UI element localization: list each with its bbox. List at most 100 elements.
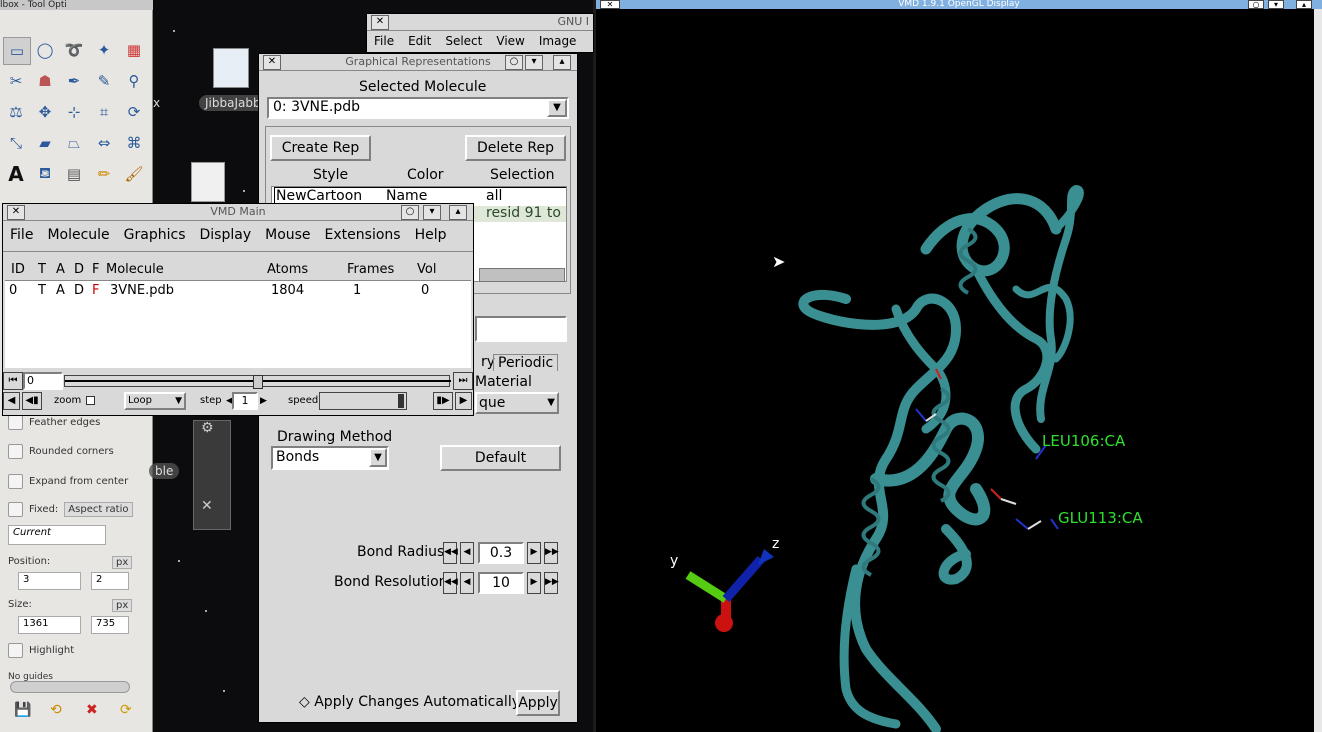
pencil-icon[interactable]: ✏ <box>91 161 117 187</box>
gnu-menu-view[interactable]: View <box>489 34 531 48</box>
apply-auto-radio-icon[interactable]: ◇ <box>299 694 310 710</box>
step-inc-icon[interactable]: ▶ <box>260 392 267 410</box>
display-close-icon[interactable]: ✕ <box>600 0 620 9</box>
vmd-menu-extensions[interactable]: Extensions <box>318 227 408 251</box>
expand-center-option[interactable]: Expand from center <box>8 474 128 489</box>
rect-select-icon[interactable]: ▭ <box>3 37 31 65</box>
move-icon[interactable]: ✥ <box>32 99 58 125</box>
rounded-checkbox[interactable] <box>8 444 23 459</box>
loop-dropdown[interactable]: Loop ▼ <box>124 392 186 410</box>
highlight-option[interactable]: Highlight <box>8 643 74 658</box>
scale-icon[interactable]: ⤡ <box>3 130 29 156</box>
apply-auto-option[interactable]: ◇ Apply Changes Automatically <box>299 694 520 710</box>
zoom-checkbox[interactable] <box>86 396 95 405</box>
position-x-field[interactable]: 3 <box>18 572 81 590</box>
default-button[interactable]: Default <box>440 445 561 471</box>
goto-start-icon[interactable]: ⏮ <box>3 372 23 390</box>
expand-checkbox[interactable] <box>8 474 23 489</box>
scissors-icon[interactable]: ✂ <box>3 68 29 94</box>
bond-res-dec-fast-icon[interactable]: ◀◀ <box>443 572 458 594</box>
gradient-icon[interactable]: ▤ <box>61 161 87 187</box>
dropdown-arrow-icon[interactable]: ▼ <box>547 99 567 117</box>
lasso-icon[interactable]: ➰ <box>61 37 87 63</box>
bond-radius-inc-fast-icon[interactable]: ▶▶ <box>544 542 559 564</box>
desktop-file-icon[interactable] <box>213 48 249 88</box>
selected-molecule-dropdown[interactable]: 0: 3VNE.pdb ▼ <box>267 97 569 119</box>
speed-slider-thumb[interactable] <box>398 394 404 408</box>
create-rep-button[interactable]: Create Rep <box>270 135 371 161</box>
ellipse-select-icon[interactable]: ◯ <box>32 37 58 63</box>
position-unit[interactable]: px <box>112 556 133 569</box>
fixed-option[interactable]: Fixed: Aspect ratio <box>8 502 133 517</box>
graph-rep-max-icon[interactable]: ▴ <box>553 55 571 70</box>
vmd-main-min-icon[interactable]: ▾ <box>423 205 441 220</box>
frame-slider[interactable] <box>64 375 451 389</box>
rotate-icon[interactable]: ⟳ <box>121 99 147 125</box>
vmd-main-close-icon[interactable]: ✕ <box>7 205 25 220</box>
vmd-main-max-icon[interactable]: ▴ <box>449 205 467 220</box>
size-h-field[interactable]: 735 <box>91 616 129 634</box>
speed-slider[interactable] <box>319 392 407 410</box>
tab-periodic[interactable]: Periodic <box>493 354 559 371</box>
fuzzy-select-icon[interactable]: ✦ <box>91 37 117 63</box>
bond-res-dec-icon[interactable]: ◀ <box>460 572 474 594</box>
graph-rep-iconify-icon[interactable]: ○ <box>505 55 523 70</box>
flip-icon[interactable]: ⇔ <box>91 130 117 156</box>
display-max-icon[interactable]: ▴ <box>1296 0 1312 9</box>
desktop-spreadsheet-icon[interactable] <box>191 162 225 202</box>
desktop-wrench-icon[interactable]: ⚙ <box>201 420 214 436</box>
play-reverse-icon[interactable]: ◀ <box>3 392 20 410</box>
rounded-corners-option[interactable]: Rounded corners <box>8 444 114 459</box>
save-icon[interactable]: 💾 <box>14 702 31 718</box>
feather-checkbox[interactable] <box>8 415 23 430</box>
bond-res-inc-icon[interactable]: ▶ <box>527 572 541 594</box>
gnu-menu-edit[interactable]: Edit <box>401 34 438 48</box>
bond-res-inc-fast-icon[interactable]: ▶▶ <box>544 572 559 594</box>
shear-icon[interactable]: ▰ <box>32 130 58 156</box>
graph-rep-min-icon[interactable]: ▾ <box>525 55 543 70</box>
desktop-close-icon[interactable]: ✕ <box>201 498 213 514</box>
mol-d[interactable]: D <box>74 283 84 298</box>
cage-icon[interactable]: ⌘ <box>121 130 147 156</box>
paintbrush-icon[interactable]: 🖌 <box>121 161 147 187</box>
selection-text-field[interactable] <box>475 316 567 342</box>
molecule-list[interactable]: 0 T A D F 3VNE.pdb 1804 1 0 <box>5 280 471 368</box>
size-unit[interactable]: px <box>112 599 133 612</box>
play-forward-icon[interactable]: ▶ <box>455 392 472 410</box>
vmd-menu-molecule[interactable]: Molecule <box>40 227 116 251</box>
delete-rep-button[interactable]: Delete Rep <box>465 135 566 161</box>
vmd-opengl-display[interactable]: VMD 1.9.1 OpenGL Display ✕ ○ ▾ ▴ y z LEU… <box>596 0 1322 732</box>
align-icon[interactable]: ⊹ <box>61 99 87 125</box>
bond-radius-dec-fast-icon[interactable]: ◀◀ <box>443 542 458 564</box>
zoom-icon[interactable]: ⚲ <box>121 68 147 94</box>
size-w-field[interactable]: 1361 <box>18 616 81 634</box>
bond-resolution-field[interactable]: 10 <box>478 572 524 594</box>
highlight-checkbox[interactable] <box>8 643 23 658</box>
mol-a[interactable]: A <box>56 283 65 298</box>
foreground-select-icon[interactable]: ☗ <box>32 68 58 94</box>
bond-radius-inc-icon[interactable]: ▶ <box>527 542 541 564</box>
mol-f[interactable]: F <box>92 283 99 298</box>
vmd-menu-display[interactable]: Display <box>193 227 259 251</box>
crop-icon[interactable]: ⌗ <box>91 99 117 125</box>
text-icon[interactable]: A <box>3 161 29 187</box>
material-dropdown[interactable]: que ▼ <box>475 392 559 414</box>
fixed-checkbox[interactable] <box>8 502 23 517</box>
perspective-icon[interactable]: ⏢ <box>61 130 87 156</box>
gnu-menu-select[interactable]: Select <box>438 34 489 48</box>
gimp-hscrollbar[interactable] <box>10 681 130 693</box>
graph-rep-close-icon[interactable]: ✕ <box>263 55 281 70</box>
bond-radius-dec-icon[interactable]: ◀ <box>460 542 474 564</box>
measure-icon[interactable]: ⚖ <box>3 99 29 125</box>
gnu-close-icon[interactable]: ✕ <box>371 15 389 30</box>
reset-icon[interactable]: ⟳ <box>120 702 132 718</box>
mol-t[interactable]: T <box>38 283 46 298</box>
vmd-menu-graphics[interactable]: Graphics <box>117 227 193 251</box>
aspect-ratio-dropdown[interactable]: Aspect ratio <box>64 502 133 517</box>
vmd-menu-mouse[interactable]: Mouse <box>258 227 317 251</box>
color-picker-icon[interactable]: ✎ <box>91 68 117 94</box>
drawing-method-arrow-icon[interactable]: ▼ <box>369 448 387 467</box>
gnu-menu-file[interactable]: File <box>367 34 401 48</box>
display-min-icon[interactable]: ▾ <box>1268 0 1284 9</box>
frame-field[interactable]: 0 <box>23 372 63 390</box>
